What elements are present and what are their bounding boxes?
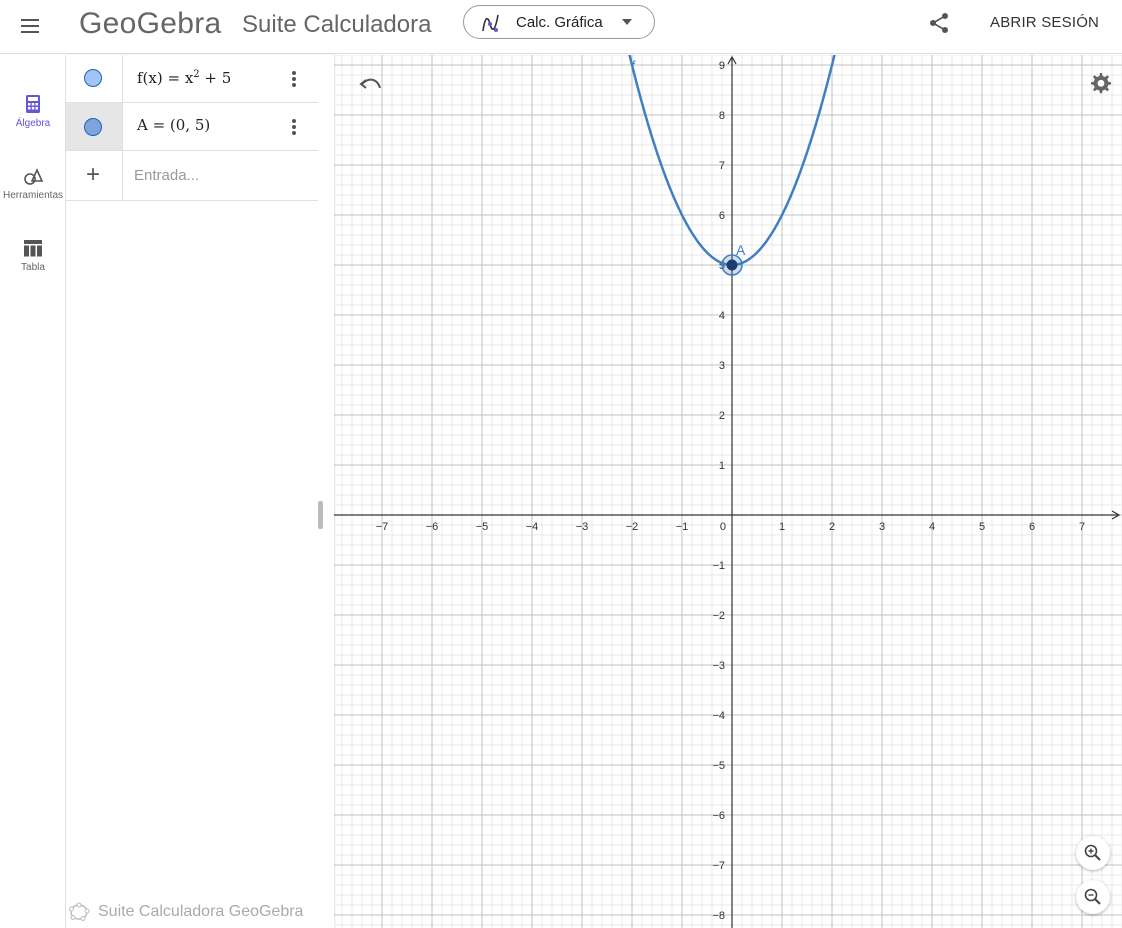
- y-tick-label: −4: [712, 710, 725, 722]
- y-tick-label: 3: [719, 360, 725, 372]
- algebra-panel: f(x) = x2 + 5 A = (0, 5) + Suite Calcula…: [66, 55, 334, 928]
- share-icon[interactable]: [928, 12, 950, 34]
- y-tick-label: 8: [719, 110, 725, 122]
- geogebra-logo: GeoGebra: [79, 7, 222, 40]
- sidebar-item-tools[interactable]: Herramientas: [0, 165, 66, 225]
- chevron-down-icon: [622, 19, 632, 25]
- zoom-in-button[interactable]: [1076, 836, 1110, 870]
- sidebar: Álgebra Herramientas Tabla: [0, 55, 66, 928]
- zoom-out-button[interactable]: [1076, 880, 1110, 914]
- x-tick-label: 7: [1079, 521, 1085, 533]
- login-button[interactable]: ABRIR SESIÓN: [990, 14, 1099, 31]
- sidebar-item-label: Herramientas: [2, 190, 64, 201]
- expression-lhs: f(x) = x: [137, 69, 194, 87]
- geogebra-logo-icon: [69, 902, 90, 921]
- x-tick-label: −1: [676, 521, 689, 533]
- sidebar-item-table[interactable]: Tabla: [0, 237, 66, 297]
- visibility-toggle-icon[interactable]: [84, 69, 102, 87]
- algebra-row-function[interactable]: f(x) = x2 + 5: [66, 55, 318, 103]
- tools-icon: [24, 168, 44, 185]
- algebra-input[interactable]: [134, 162, 304, 188]
- undo-icon[interactable]: [358, 71, 384, 97]
- plus-icon[interactable]: +: [86, 163, 100, 187]
- sidebar-item-label: Álgebra: [15, 118, 51, 129]
- x-tick-label: −4: [526, 521, 539, 533]
- x-tick-label: 3: [879, 521, 885, 533]
- app-header: GeoGebra Suite Calculadora Calc. Gráfica…: [0, 0, 1122, 54]
- x-tick-label: 5: [979, 521, 985, 533]
- zoom-out-icon: [1084, 888, 1101, 905]
- point-label: A: [736, 242, 746, 258]
- function-expression[interactable]: f(x) = x2 + 5: [137, 69, 231, 87]
- y-tick-label: −2: [712, 610, 725, 622]
- hamburger-menu-icon[interactable]: [18, 14, 42, 38]
- x-tick-label: −2: [626, 521, 639, 533]
- y-tick-label: 4: [719, 310, 725, 322]
- y-tick-label: 7: [719, 160, 725, 172]
- algebra-input-row: +: [66, 151, 318, 201]
- footer-brand: Suite Calculadora GeoGebra: [68, 901, 303, 923]
- y-tick-label: −6: [712, 810, 725, 822]
- y-tick-label: −7: [712, 860, 725, 872]
- sidebar-item-label: Tabla: [21, 262, 45, 273]
- x-tick-label: −6: [426, 521, 439, 533]
- y-tick-label: −1: [712, 560, 725, 572]
- footer-brand-text: Suite Calculadora GeoGebra: [98, 903, 304, 921]
- y-tick-label: 9: [719, 60, 725, 72]
- y-tick-label: −8: [712, 910, 725, 922]
- more-options-icon[interactable]: [286, 69, 302, 89]
- app-picker-label: Calc. Gráfica: [516, 14, 603, 31]
- expression-rhs: + 5: [199, 69, 232, 87]
- graphing-icon: [482, 14, 499, 32]
- x-tick-label: −7: [376, 521, 389, 533]
- panel-resize-handle[interactable]: [318, 501, 323, 529]
- graphics-view[interactable]: −7−6−5−4−3−2−101234567987654321−1−2−3−4−…: [334, 55, 1122, 928]
- table-icon: [24, 240, 42, 257]
- y-tick-label: 1: [719, 460, 725, 472]
- settings-gear-icon[interactable]: [1088, 71, 1112, 95]
- y-tick-label: −3: [712, 660, 725, 672]
- point-marker: [726, 259, 738, 271]
- y-tick-label: 6: [719, 210, 725, 222]
- sidebar-item-algebra[interactable]: Álgebra: [0, 93, 66, 153]
- y-tick-label: −5: [712, 760, 725, 772]
- x-tick-label: 4: [929, 521, 935, 533]
- x-tick-label: −3: [576, 521, 589, 533]
- x-tick-label: −5: [476, 521, 489, 533]
- suite-title: Suite Calculadora: [242, 11, 432, 38]
- more-options-icon[interactable]: [286, 117, 302, 137]
- x-tick-label: 6: [1029, 521, 1035, 533]
- calculator-icon: [26, 95, 40, 113]
- y-tick-label: 2: [719, 410, 725, 422]
- point-expression[interactable]: A = (0, 5): [137, 116, 210, 134]
- marble-cell: [66, 55, 123, 102]
- graph-canvas[interactable]: −7−6−5−4−3−2−101234567987654321−1−2−3−4−…: [334, 55, 1122, 928]
- marble-cell: +: [66, 151, 123, 200]
- visibility-toggle-icon[interactable]: [84, 118, 102, 136]
- app-picker-button[interactable]: Calc. Gráfica: [463, 5, 655, 39]
- zoom-in-icon: [1084, 844, 1101, 861]
- marble-cell: [66, 103, 123, 150]
- algebra-row-point[interactable]: A = (0, 5): [66, 103, 318, 151]
- x-tick-label: 1: [779, 521, 785, 533]
- x-tick-label: 0: [720, 521, 726, 533]
- x-tick-label: 2: [829, 521, 835, 533]
